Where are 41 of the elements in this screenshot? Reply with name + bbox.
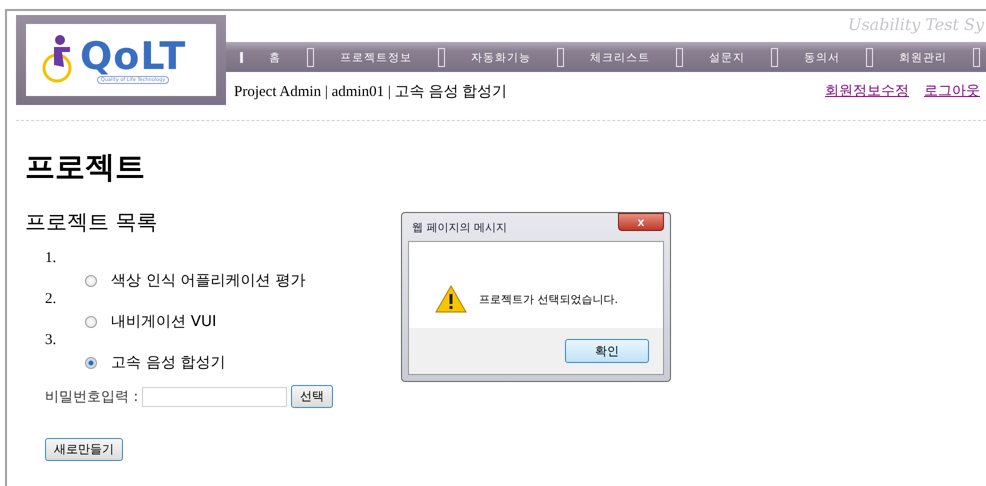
nav-separator bbox=[676, 48, 683, 66]
dialog-message: 프로젝트가 선택되었습니다. bbox=[479, 292, 618, 306]
nav-link[interactable]: 회원관리 bbox=[873, 50, 973, 64]
user-link[interactable]: 로그아웃 bbox=[924, 82, 980, 100]
user-link[interactable]: 회원정보수정 bbox=[825, 82, 909, 100]
close-button[interactable]: x bbox=[618, 213, 664, 231]
dialog-title: 웹 페이지의 메시지 bbox=[411, 220, 507, 234]
nav-separator bbox=[771, 48, 778, 66]
nav-link[interactable]: 체크리스트 bbox=[564, 50, 676, 64]
project-radio[interactable] bbox=[85, 316, 97, 328]
nav-link[interactable]: 설문지 bbox=[683, 50, 771, 64]
project-name: 고속 음성 합성기 bbox=[111, 353, 226, 372]
page-heading: 프로젝트 bbox=[25, 149, 146, 187]
password-field[interactable] bbox=[142, 386, 288, 406]
create-button[interactable]: 새로만들기 bbox=[45, 438, 123, 461]
nav-separator bbox=[438, 48, 445, 66]
list-number: 1. bbox=[45, 250, 56, 266]
nav-separator bbox=[240, 52, 243, 62]
logo-name: QoLT bbox=[80, 36, 186, 76]
system-title: Usability Test Sy bbox=[848, 15, 984, 36]
nav-separator bbox=[973, 48, 980, 66]
password-label: 비밀번호입력 : bbox=[45, 388, 138, 406]
nav-link[interactable]: 프로젝트정보 bbox=[314, 50, 438, 64]
nav-separator bbox=[307, 48, 314, 66]
section-heading: 프로젝트 목록 bbox=[25, 209, 158, 236]
project-radio[interactable] bbox=[85, 356, 97, 368]
ok-button[interactable]: 확인 bbox=[565, 339, 649, 363]
list-number: 3. bbox=[45, 332, 56, 348]
wheelchair-figure-icon bbox=[40, 35, 74, 85]
select-button[interactable]: 선택 bbox=[291, 385, 334, 408]
project-name: 내비게이션 VUI bbox=[111, 312, 216, 331]
nav-link[interactable]: 자동화기능 bbox=[445, 50, 557, 64]
user-info: Project Admin | admin01 | 고속 음성 합성기 bbox=[234, 82, 508, 100]
nav-separator bbox=[866, 48, 873, 66]
nav-separator bbox=[557, 48, 564, 66]
nav-link[interactable]: 홈 bbox=[243, 50, 307, 64]
list-number: 2. bbox=[45, 291, 56, 307]
project-name: 색상 인식 어플리케이션 평가 bbox=[111, 271, 306, 290]
nav-link[interactable]: 동의서 bbox=[778, 50, 866, 64]
warning-icon bbox=[435, 285, 467, 313]
project-radio[interactable] bbox=[85, 274, 97, 286]
